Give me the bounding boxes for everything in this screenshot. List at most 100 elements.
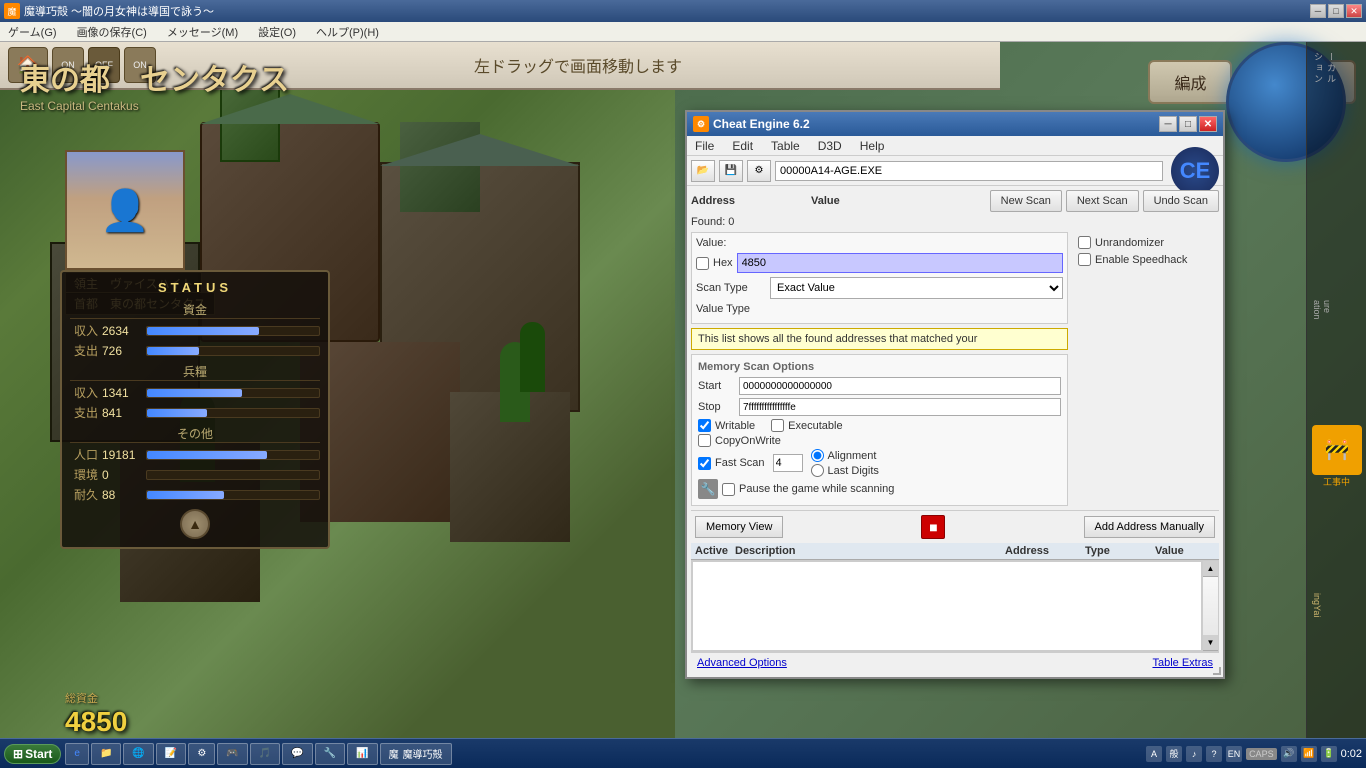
income-funds-row: 収入 2634 xyxy=(70,322,320,339)
ce-table-extras[interactable]: Table Extras xyxy=(1152,657,1213,669)
start-button[interactable]: ⊞ Start xyxy=(4,744,61,764)
ce-advanced-bar: Advanced Options Table Extras xyxy=(691,652,1219,673)
hensei-button[interactable]: 編成 xyxy=(1148,60,1232,104)
ce-open-btn[interactable]: 📂 xyxy=(691,160,715,182)
taskbar-item-4[interactable]: 📝 xyxy=(156,743,186,765)
tray-icon-network2[interactable]: 📶 xyxy=(1301,746,1317,762)
tray-icon-sound[interactable]: 🔊 xyxy=(1281,746,1297,762)
ce-stop-button[interactable]: ■ xyxy=(921,515,945,539)
income-troops-bar xyxy=(147,389,242,397)
ce-start-input[interactable] xyxy=(739,377,1061,395)
scroll-area: ▲ xyxy=(70,509,320,539)
tray-icon-1[interactable]: A xyxy=(1146,746,1162,762)
taskbar-game-window[interactable]: 魔 魔導巧殻 xyxy=(380,743,452,765)
taskbar-item-7[interactable]: 🎵 xyxy=(250,743,280,765)
ce-pause-cb: Pause the game while scanning xyxy=(722,483,894,496)
menu-game[interactable]: ゲーム(G) xyxy=(4,24,61,40)
ce-menu-d3d[interactable]: D3D xyxy=(814,139,846,153)
taskbar-item-5[interactable]: ⚙ xyxy=(188,743,215,765)
ce-add-address-button[interactable]: Add Address Manually xyxy=(1084,516,1215,538)
ce-magnet-icon[interactable]: 🔧 xyxy=(698,479,718,499)
maximize-button[interactable]: □ xyxy=(1328,4,1344,18)
ce-speedhack-checkbox[interactable] xyxy=(1078,253,1091,266)
ce-window-controls: ─ □ ✕ xyxy=(1159,116,1217,132)
ce-hex-checkbox[interactable] xyxy=(696,257,709,270)
tray-icon-lang[interactable]: EN xyxy=(1226,746,1242,762)
taskbar: ⊞ Start e 📁 🌐 📝 ⚙ 🎮 🎵 💬 xyxy=(0,738,1366,768)
taskbar-ie[interactable]: e xyxy=(65,743,89,765)
resize-handle[interactable] xyxy=(1213,667,1221,675)
durability-value: 88 xyxy=(102,488,142,502)
tray-icon-battery[interactable]: 🔋 xyxy=(1321,746,1337,762)
ce-pause-checkbox[interactable] xyxy=(722,483,735,496)
ce-save-btn[interactable]: 💾 xyxy=(719,160,743,182)
ce-fast-scan-input[interactable] xyxy=(773,454,803,472)
system-tray: A 般 ♪ ? EN CAPS 🔊 📶 🔋 0:02 xyxy=(1146,746,1362,762)
taskbar-item-6[interactable]: 🎮 xyxy=(217,743,247,765)
ce-stop-input[interactable] xyxy=(739,398,1061,416)
ce-unrandomizer-checkbox[interactable] xyxy=(1078,236,1091,249)
environment-label: 環境 xyxy=(70,466,98,483)
ce-menu-table[interactable]: Table xyxy=(767,139,804,153)
durability-bar-bg xyxy=(146,490,320,500)
taskbar-item-9[interactable]: 🔧 xyxy=(315,743,345,765)
environment-bar-bg xyxy=(146,470,320,480)
taskbar-item-3[interactable]: 🌐 xyxy=(123,743,153,765)
scroll-down-arrow[interactable]: ▼ xyxy=(1203,635,1218,651)
minimize-button[interactable]: ─ xyxy=(1310,4,1326,18)
ce-stop-row: Stop xyxy=(698,398,1061,416)
ce-advanced-options[interactable]: Advanced Options xyxy=(697,657,1152,669)
menu-settings[interactable]: 設定(O) xyxy=(254,24,300,40)
ce-scan-type-select[interactable]: Exact Value Bigger than... Smaller than.… xyxy=(770,277,1063,299)
ce-executable-checkbox[interactable] xyxy=(771,419,784,432)
ce-address-list[interactable] xyxy=(692,561,1202,651)
menu-help[interactable]: ヘルプ(P)(H) xyxy=(312,24,383,40)
ce-magnet-row: 🔧 Pause the game while scanning xyxy=(698,479,1061,499)
ce-writable-label: Writable xyxy=(715,420,755,432)
ce-minimize-button[interactable]: ─ xyxy=(1159,116,1177,132)
taskbar-item-8[interactable]: 💬 xyxy=(282,743,312,765)
scroll-button[interactable]: ▲ xyxy=(180,509,210,539)
ce-last-digits-radio[interactable] xyxy=(811,464,824,477)
new-scan-button[interactable]: New Scan xyxy=(990,190,1062,212)
ce-menu-edit[interactable]: Edit xyxy=(728,139,757,153)
item8-icon: 💬 xyxy=(291,748,303,759)
item3-icon: 🌐 xyxy=(132,748,144,759)
ce-menu-file[interactable]: File xyxy=(691,139,718,153)
tray-icon-speaker[interactable]: ♪ xyxy=(1186,746,1202,762)
ce-address-list-container: ▲ ▼ xyxy=(691,560,1219,652)
income-funds-value: 2634 xyxy=(102,324,142,338)
income-funds-label: 収入 xyxy=(70,322,98,339)
ce-value-input[interactable] xyxy=(737,253,1063,273)
ce-maximize-button[interactable]: □ xyxy=(1179,116,1197,132)
ce-last-digits-label: Last Digits xyxy=(811,464,879,477)
ce-writable-checkbox[interactable] xyxy=(698,419,711,432)
right-panel-text: ーカルション xyxy=(1307,42,1343,95)
taskbar-items: e 📁 🌐 📝 ⚙ 🎮 🎵 💬 🔧 📊 xyxy=(65,743,1142,765)
tray-icon-2[interactable]: 般 xyxy=(1166,746,1182,762)
ce-found-section: Address Value xyxy=(691,195,840,207)
ce-memory-view-button[interactable]: Memory View xyxy=(695,516,783,538)
taskbar-explorer[interactable]: 📁 xyxy=(91,743,121,765)
income-troops-value: 1341 xyxy=(102,386,142,400)
tray-icon-network[interactable]: ? xyxy=(1206,746,1222,762)
ce-copyonwrite-checkbox[interactable] xyxy=(698,434,711,447)
ce-menu-help[interactable]: Help xyxy=(856,139,889,153)
taskbar-item-10[interactable]: 📊 xyxy=(347,743,377,765)
menu-image[interactable]: 画像の保存(C) xyxy=(73,24,151,40)
ce-alignment-radio[interactable] xyxy=(811,449,824,462)
undo-scan-button[interactable]: Undo Scan xyxy=(1143,190,1219,212)
item9-icon: 🔧 xyxy=(324,748,336,759)
next-scan-button[interactable]: Next Scan xyxy=(1066,190,1139,212)
ce-settings-btn[interactable]: ⚙ xyxy=(747,160,771,182)
ce-close-button[interactable]: ✕ xyxy=(1199,116,1217,132)
close-button[interactable]: ✕ xyxy=(1346,4,1362,18)
ce-value-label: Value: xyxy=(696,237,766,249)
scroll-up-arrow[interactable]: ▲ xyxy=(1203,561,1218,577)
ce-titlebar: ⚙ Cheat Engine 6.2 ─ □ ✕ xyxy=(687,112,1223,136)
environment-row: 環境 0 xyxy=(70,466,320,483)
menu-message[interactable]: メッセージ(M) xyxy=(163,24,242,40)
item5-icon: ⚙ xyxy=(197,748,206,759)
ce-toolbar: 📂 💾 ⚙ 00000A14-AGE.EXE CE xyxy=(687,156,1223,186)
ce-fast-scan-checkbox[interactable] xyxy=(698,457,711,470)
